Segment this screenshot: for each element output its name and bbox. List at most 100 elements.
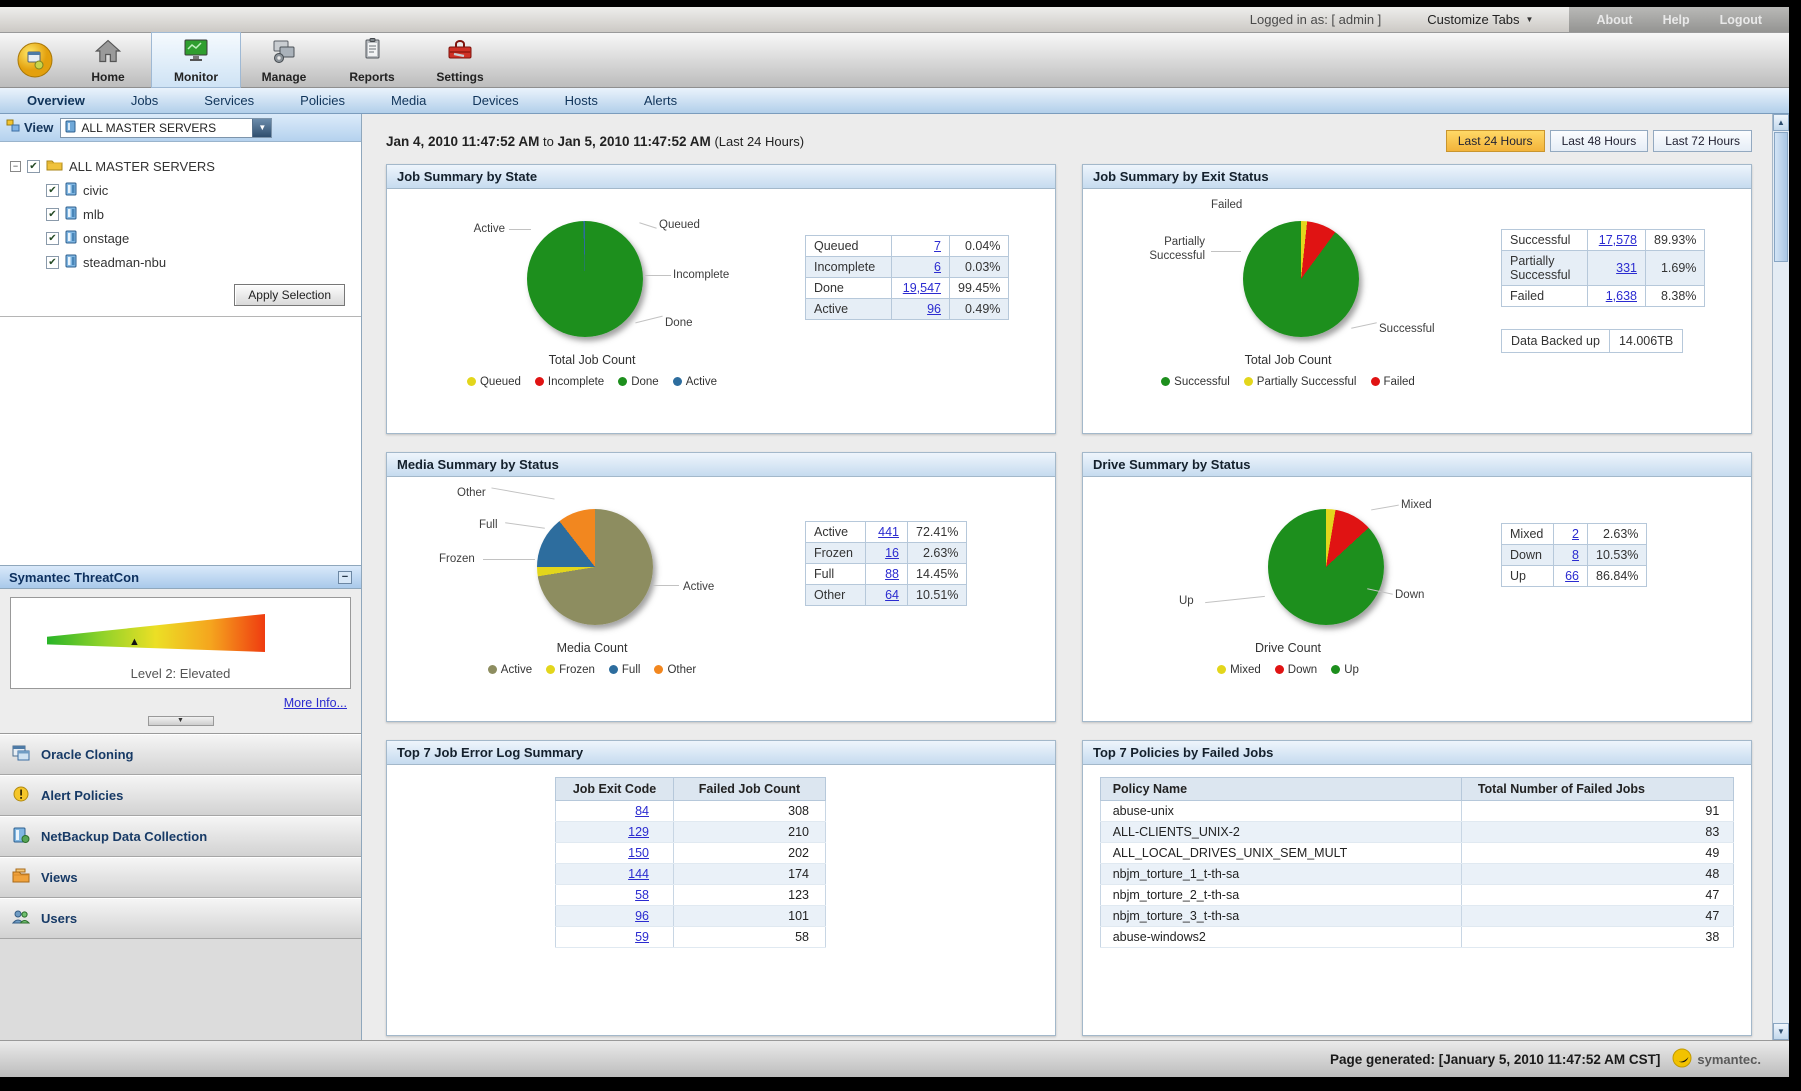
dropdown-arrow-button[interactable]: ▼ <box>252 119 271 137</box>
pie-label: Done <box>665 317 693 329</box>
server-checkbox[interactable]: ✔ <box>46 184 59 197</box>
count-link[interactable]: 1,638 <box>1606 289 1637 303</box>
sidebar-item-netbackup-data-collection[interactable]: NetBackup Data Collection <box>0 816 361 857</box>
legend-label: Up <box>1344 664 1359 676</box>
toolbar-tab-reports[interactable]: Reports <box>328 33 416 87</box>
oracle-cloning-icon <box>12 745 30 764</box>
monitor-icon <box>181 37 211 68</box>
threat-level-gauge <box>47 614 265 652</box>
exit-status-table: Successful 17,578 89.93% Partially Succe… <box>1501 229 1705 307</box>
time-range-button[interactable]: Last 48 Hours <box>1550 130 1649 152</box>
server-checkbox[interactable]: ✔ <box>46 256 59 269</box>
sidebar-item-views[interactable]: Views <box>0 857 361 898</box>
sidebar-collapse-handle[interactable]: ▼ <box>148 716 214 726</box>
count-link[interactable]: 19,547 <box>903 281 941 295</box>
table-row: Frozen 16 2.63% <box>806 543 967 564</box>
about-link[interactable]: About <box>1581 13 1647 27</box>
count-link[interactable]: 17,578 <box>1599 233 1637 247</box>
tree-server-row: ✔ onstage <box>46 226 361 250</box>
tree-expander-icon[interactable]: − <box>10 161 21 172</box>
toolbar-tab-monitor[interactable]: Monitor <box>152 33 240 87</box>
policy-name: abuse-windows2 <box>1100 927 1461 948</box>
scroll-up-icon[interactable]: ▲ <box>1773 114 1789 131</box>
subnav-item[interactable]: Overview <box>4 88 108 114</box>
tree-server-row: ✔ civic <box>46 178 361 202</box>
subnav-item[interactable]: Media <box>368 88 449 114</box>
pie-caption: Total Job Count <box>387 353 797 367</box>
count-link[interactable]: 7 <box>934 239 941 253</box>
table-row: Queued 7 0.04% <box>806 236 1009 257</box>
customize-tabs-menu[interactable]: Customize Tabs ▼ <box>1427 12 1533 27</box>
scrollbar-thumb[interactable] <box>1774 132 1788 262</box>
subnav-item[interactable]: Alerts <box>621 88 700 114</box>
failed-job-count: 91 <box>1461 801 1733 822</box>
footer-bar: Page generated: [January 5, 2010 11:47:5… <box>0 1040 1789 1077</box>
sidebar-item-oracle-cloning[interactable]: Oracle Cloning <box>0 734 361 775</box>
server-checkbox[interactable]: ✔ <box>46 232 59 245</box>
folder-icon <box>46 158 63 174</box>
count-link[interactable]: 64 <box>885 588 899 602</box>
count-link[interactable]: 88 <box>885 567 899 581</box>
symantec-brand: symantec. <box>1672 1048 1761 1071</box>
subnav-item[interactable]: Jobs <box>108 88 181 114</box>
table-row: abuse-unix 91 <box>1100 801 1734 822</box>
time-range-button[interactable]: Last 72 Hours <box>1653 130 1752 152</box>
count-link[interactable]: 8 <box>1572 548 1579 562</box>
root-checkbox[interactable]: ✔ <box>27 160 40 173</box>
subnav-item[interactable]: Devices <box>449 88 541 114</box>
main-content: Jan 4, 2010 11:47:52 AM to Jan 5, 2010 1… <box>362 114 1789 1040</box>
toolbar-tab-settings[interactable]: Settings <box>416 33 504 87</box>
table-row: ALL_LOCAL_DRIVES_UNIX_SEM_MULT 49 <box>1100 843 1734 864</box>
content-scrollbar[interactable]: ▲ ▼ <box>1772 114 1789 1040</box>
sidebar-item-users[interactable]: Users <box>0 898 361 939</box>
table-row: Up 66 86.84% <box>1502 566 1647 587</box>
exit-code-link[interactable]: 59 <box>635 930 649 944</box>
count-link[interactable]: 96 <box>927 302 941 316</box>
more-info-link[interactable]: More Info... <box>284 696 347 710</box>
count-link[interactable]: 16 <box>885 546 899 560</box>
help-link[interactable]: Help <box>1648 13 1705 27</box>
pie-legend: SuccessfulPartially SuccessfulFailed <box>1083 376 1493 388</box>
toolbar-tab-home[interactable]: Home <box>64 33 152 87</box>
pie-label: Frozen <box>439 553 475 565</box>
subnav-item[interactable]: Hosts <box>542 88 621 114</box>
pie-label: Mixed <box>1401 499 1432 511</box>
exit-code-link[interactable]: 150 <box>628 846 649 860</box>
collapse-icon[interactable]: − <box>338 571 352 584</box>
toolbar-tab-manage[interactable]: Manage <box>240 33 328 87</box>
exit-code-link[interactable]: 129 <box>628 825 649 839</box>
apply-selection-button[interactable]: Apply Selection <box>234 284 345 306</box>
exit-code-link[interactable]: 58 <box>635 888 649 902</box>
time-range-button[interactable]: Last 24 Hours <box>1446 130 1545 152</box>
legend-label: Incomplete <box>548 376 604 388</box>
legend-dot <box>618 377 627 386</box>
legend-label: Frozen <box>559 664 595 676</box>
scroll-down-icon[interactable]: ▼ <box>1773 1023 1789 1040</box>
count-link[interactable]: 2 <box>1572 527 1579 541</box>
subnav-item[interactable]: Policies <box>277 88 368 114</box>
job-state-pie-chart <box>527 221 643 337</box>
count-link[interactable]: 66 <box>1565 569 1579 583</box>
view-dropdown[interactable]: ALL MASTER SERVERS ▼ <box>60 118 272 138</box>
threatcon-gauge: ▲ Level 2: Elevated <box>10 597 351 689</box>
views-icon <box>12 868 30 887</box>
subnav-item[interactable]: Services <box>181 88 277 114</box>
logout-link[interactable]: Logout <box>1705 13 1777 27</box>
count-link[interactable]: 331 <box>1616 261 1637 275</box>
table-row: ALL-CLIENTS_UNIX-2 83 <box>1100 822 1734 843</box>
exit-code-link[interactable]: 84 <box>635 804 649 818</box>
exit-code-link[interactable]: 96 <box>635 909 649 923</box>
sidebar: View ALL MASTER SERVERS ▼ − ✔ ALL MASTER… <box>0 114 362 1040</box>
server-checkbox[interactable]: ✔ <box>46 208 59 221</box>
data-backed-up-box: Data Backed up 14.006TB <box>1501 329 1683 353</box>
exit-code-link[interactable]: 144 <box>628 867 649 881</box>
legend-label: Failed <box>1384 376 1415 388</box>
table-row: Active 96 0.49% <box>806 299 1009 320</box>
page-generated-text: Page generated: [January 5, 2010 11:47:5… <box>1330 1052 1660 1067</box>
sidebar-item-alert-policies[interactable]: Alert Policies <box>0 775 361 816</box>
count-link[interactable]: 6 <box>934 260 941 274</box>
pie-legend: QueuedIncompleteDoneActive <box>387 376 797 388</box>
home-icon <box>93 37 123 68</box>
chevron-down-icon: ▼ <box>1526 15 1534 24</box>
count-link[interactable]: 441 <box>878 525 899 539</box>
